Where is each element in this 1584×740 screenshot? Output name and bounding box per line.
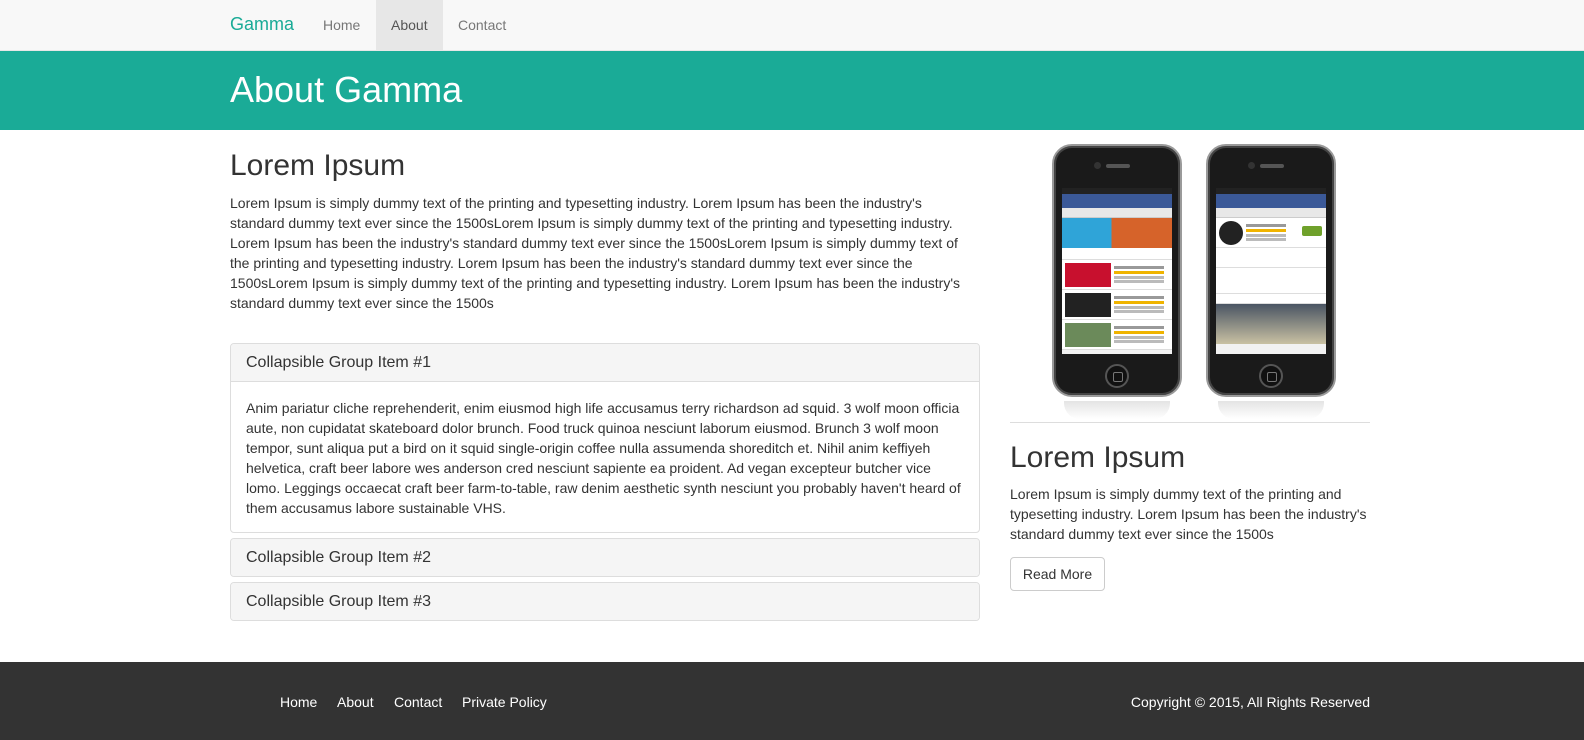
nav-about[interactable]: About [376, 0, 443, 50]
navbar: Gamma Home About Contact [0, 0, 1584, 51]
accordion-item-1-header[interactable]: Collapsible Group Item #1 [231, 344, 979, 382]
main-paragraph: Lorem Ipsum is simply dummy text of the … [230, 195, 960, 311]
page-title: About Gamma [230, 69, 463, 110]
sidebar-paragraph: Lorem Ipsum is simply dummy text of the … [1010, 486, 1367, 542]
accordion-item-3-header[interactable]: Collapsible Group Item #3 [231, 583, 979, 620]
accordion-item-1-body: Anim pariatur cliche reprehenderit, enim… [246, 400, 961, 516]
nav-contact[interactable]: Contact [443, 0, 521, 50]
read-more-button[interactable]: Read More [1010, 557, 1105, 591]
phone-screenshots-image [1010, 140, 1370, 423]
footer: Home About Contact Private Policy Copyri… [0, 662, 1584, 740]
copyright-text: Copyright © 2015, All Rights Reserved [1130, 694, 1370, 710]
sidebar-heading: Lorem Ipsum [1010, 441, 1186, 474]
page-banner: About Gamma [0, 51, 1584, 130]
footer-link-privacy-policy[interactable]: Private Policy [462, 694, 547, 710]
accordion-item-3: Collapsible Group Item #3 [230, 582, 980, 621]
footer-link-contact[interactable]: Contact [394, 694, 442, 710]
nav-home[interactable]: Home [308, 0, 375, 50]
accordion-item-1: Collapsible Group Item #1 Anim pariatur … [230, 343, 980, 533]
phone-right-image [1206, 144, 1336, 419]
brand-logo[interactable]: Gamma [230, 14, 294, 35]
footer-link-home[interactable]: Home [280, 694, 317, 710]
accordion-item-2: Collapsible Group Item #2 [230, 538, 980, 577]
accordion-item-2-header[interactable]: Collapsible Group Item #2 [231, 539, 979, 576]
main-heading: Lorem Ipsum [230, 149, 406, 182]
phone-left-image [1052, 144, 1182, 419]
footer-link-about[interactable]: About [337, 694, 374, 710]
